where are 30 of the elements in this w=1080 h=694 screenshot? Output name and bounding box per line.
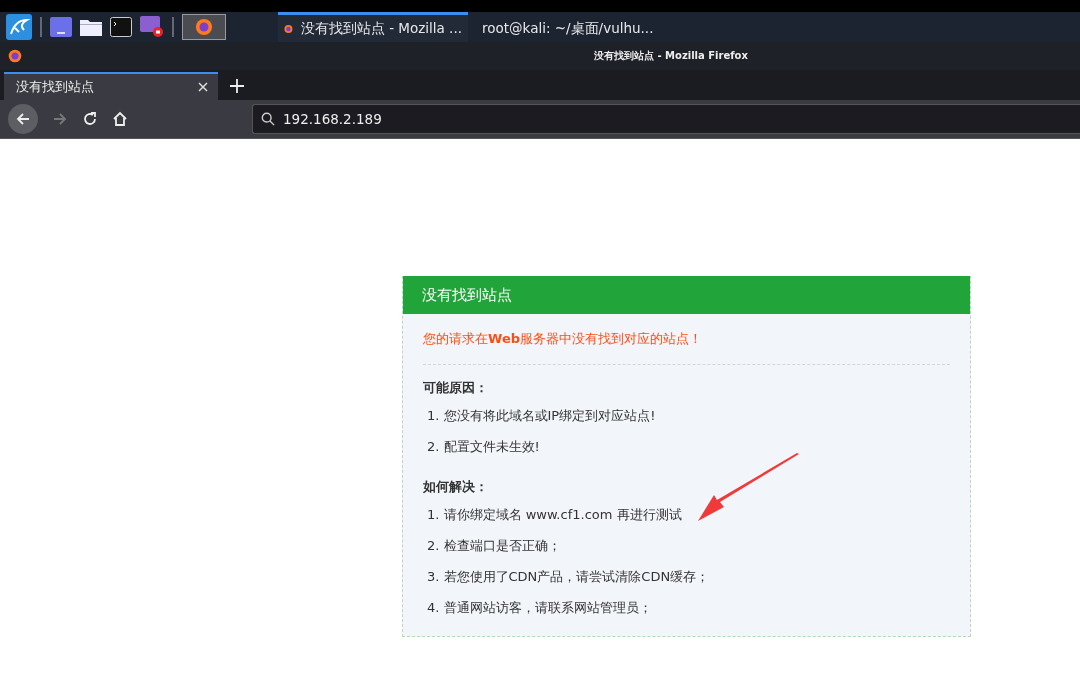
search-icon — [261, 112, 275, 126]
list-item: 2. 配置文件未生效! — [427, 438, 541, 456]
list-item: 4. 普通网站访客，请联系网站管理员； — [427, 599, 653, 617]
section-title: 可能原因： — [423, 379, 489, 397]
back-button[interactable] — [8, 104, 38, 134]
dragon-logo-icon[interactable] — [6, 14, 32, 40]
taskbar-window-button[interactable]: 没有找到站点 - Mozilla ... — [278, 12, 468, 42]
card-title: 没有找到站点 — [422, 285, 512, 305]
browser-logo-icon — [8, 49, 22, 63]
close-icon[interactable] — [198, 82, 208, 92]
home-icon[interactable] — [112, 111, 128, 127]
browser-logo-icon — [195, 18, 213, 36]
reload-icon[interactable] — [82, 111, 98, 127]
desktop-icon[interactable] — [50, 17, 72, 37]
folder-icon[interactable] — [80, 17, 102, 37]
section-title: 如何解决： — [423, 478, 489, 496]
window-title: 没有找到站点 - Mozilla Firefox — [594, 49, 748, 63]
browser-launcher[interactable] — [182, 14, 226, 40]
list-item: 3. 若您使用了CDN产品，请尝试清除CDN缓存； — [427, 568, 711, 586]
screen-recorder-icon[interactable] — [140, 16, 164, 38]
back-arrow-icon — [15, 111, 31, 127]
address-bar[interactable]: 192.168.2.189 — [252, 104, 1080, 134]
forward-icon[interactable] — [52, 111, 68, 127]
list-item: 2. 检查端口是否正确； — [427, 537, 562, 555]
browser-tab[interactable]: 没有找到站点 — [4, 72, 218, 100]
error-message: 您的请求在Web服务器中没有找到对应的站点！ — [423, 330, 703, 348]
new-tab-icon[interactable] — [230, 79, 244, 93]
list-item: 1. 您没有将此域名或IP绑定到对应站点! — [427, 407, 657, 425]
terminal-icon[interactable] — [110, 17, 132, 37]
list-item: 1. 请你绑定域名 www.cf1.com 再进行测试 — [427, 506, 683, 524]
